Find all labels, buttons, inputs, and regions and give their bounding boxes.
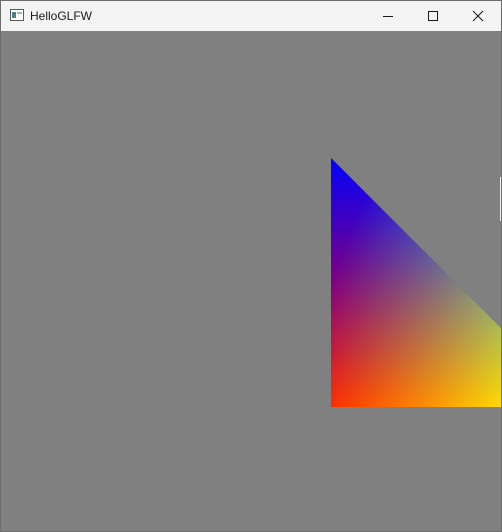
window-app-icon	[10, 9, 24, 21]
maximize-button[interactable]	[410, 1, 456, 31]
window-edge-artifact	[500, 177, 501, 221]
window-title: HelloGLFW	[30, 9, 93, 23]
close-button[interactable]	[455, 1, 501, 31]
maximize-icon	[428, 11, 438, 21]
scene-canvas	[331, 158, 501, 407]
minimize-button[interactable]	[365, 1, 411, 31]
title-bar[interactable]: HelloGLFW	[1, 1, 501, 31]
render-viewport[interactable]	[1, 31, 501, 531]
minimize-icon	[383, 16, 393, 17]
close-icon	[472, 10, 484, 22]
triangle-green-blend	[331, 158, 501, 407]
glfw-window: HelloGLFW	[0, 0, 502, 532]
